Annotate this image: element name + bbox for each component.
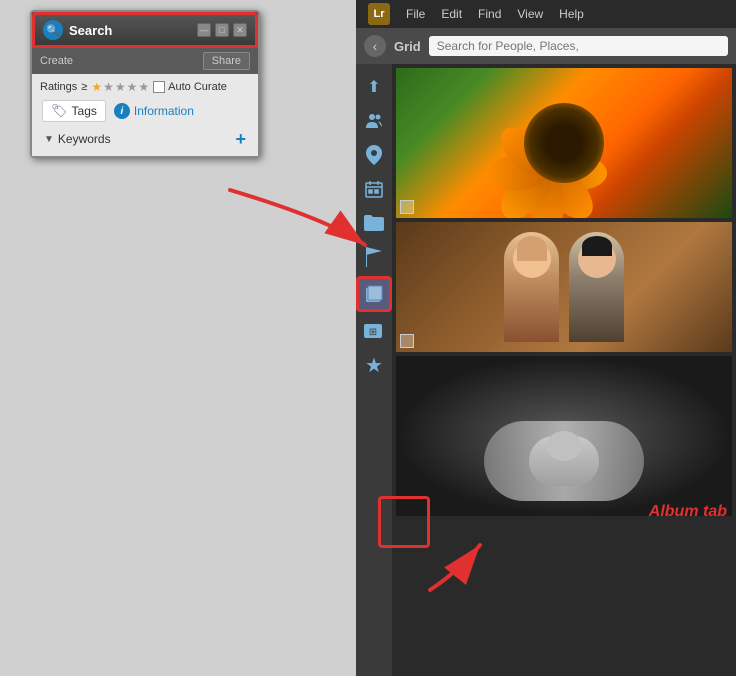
add-keyword-button[interactable]: + — [235, 130, 246, 148]
flag-icon[interactable] — [359, 242, 389, 272]
information-button[interactable]: i Information — [114, 103, 194, 119]
photo-grid: Album tab — [392, 64, 736, 676]
star-1[interactable]: ★ — [91, 80, 102, 94]
search-title-text: Search — [69, 23, 112, 38]
star-3[interactable]: ★ — [115, 80, 126, 94]
flower-center — [524, 103, 604, 183]
album-tab-text: Album tab — [649, 503, 727, 516]
tag-icon: 🏷 — [51, 103, 68, 119]
search-filters: Ratings ≥ ★ ★ ★ ★ ★ Auto Curate 🏷 Tags i… — [32, 74, 258, 156]
restore-button[interactable]: □ — [215, 23, 229, 37]
menu-file[interactable]: File — [406, 7, 425, 21]
ratings-label: Ratings — [40, 81, 77, 93]
star-2[interactable]: ★ — [103, 80, 114, 94]
search-window: 🔍 Search — □ ✕ Create Share Ratings ≥ ★ … — [30, 10, 260, 158]
svg-text:⊞: ⊞ — [369, 327, 377, 338]
photo-baby — [396, 356, 732, 516]
import-icon[interactable]: ⬆ — [359, 72, 389, 102]
keywords-arrow: ▼ — [44, 134, 54, 145]
back-button[interactable]: ‹ — [364, 35, 386, 57]
info-label: Information — [134, 104, 194, 118]
search-icon-circle: 🔍 — [43, 20, 63, 40]
photo-portrait — [396, 222, 732, 352]
photo-baby-item[interactable]: Album tab — [396, 356, 732, 516]
folder-icon[interactable] — [359, 208, 389, 238]
keywords-left: ▼ Keywords — [44, 132, 111, 146]
auto-curate-label: Auto Curate — [168, 81, 227, 93]
auto-curate-option: Auto Curate — [153, 81, 227, 93]
ratings-gte: ≥ — [81, 81, 87, 93]
star-icon[interactable]: ★ — [359, 350, 389, 380]
photo-checkbox-1[interactable] — [400, 200, 414, 214]
location-icon[interactable] — [359, 140, 389, 170]
menu-help[interactable]: Help — [559, 7, 584, 21]
menu-edit[interactable]: Edit — [441, 7, 462, 21]
info-icon: i — [114, 103, 130, 119]
close-button[interactable]: ✕ — [233, 23, 247, 37]
photo-flower — [396, 68, 732, 218]
tags-info-row: 🏷 Tags i Information — [40, 100, 250, 122]
search-toolbar: Create Share — [32, 48, 258, 74]
icon-sidebar: ⬆ — [356, 64, 392, 676]
auto-curate-checkbox[interactable] — [153, 81, 165, 93]
calendar-icon[interactable] — [359, 174, 389, 204]
app-content: ⬆ — [356, 64, 736, 676]
menu-find[interactable]: Find — [478, 7, 501, 21]
photo-checkbox-2[interactable] — [400, 334, 414, 348]
app-logo: Lr — [368, 3, 390, 25]
stars-row: ★ ★ ★ ★ ★ — [91, 80, 149, 94]
app-menubar: Lr File Edit Find View Help — [356, 0, 736, 28]
photo-flower-item[interactable] — [396, 68, 732, 218]
search-titlebar: 🔍 Search — □ ✕ — [32, 12, 258, 48]
window-controls: — □ ✕ — [197, 23, 247, 37]
minimize-button[interactable]: — — [197, 23, 211, 37]
menu-view[interactable]: View — [517, 7, 543, 21]
ratings-row: Ratings ≥ ★ ★ ★ ★ ★ Auto Curate — [40, 80, 250, 94]
people-icon[interactable] — [359, 106, 389, 136]
search-input[interactable] — [429, 36, 728, 56]
create-label: Create — [40, 55, 73, 67]
tags-button[interactable]: 🏷 Tags — [42, 100, 106, 122]
search-icon: 🔍 — [46, 24, 60, 37]
keywords-row: ▼ Keywords + — [40, 128, 250, 150]
app-header: ‹ Grid — [356, 28, 736, 64]
search-title-left: 🔍 Search — [43, 20, 112, 40]
smart-album-icon[interactable]: ⊞ — [359, 316, 389, 346]
photo-portrait-item[interactable] — [396, 222, 732, 352]
star-4[interactable]: ★ — [127, 80, 138, 94]
star-5[interactable]: ★ — [138, 80, 149, 94]
keywords-label: Keywords — [58, 132, 111, 146]
album-icon[interactable] — [356, 276, 392, 312]
tags-label: Tags — [72, 104, 97, 118]
app-panel: Lr File Edit Find View Help ‹ Grid ⬆ — [356, 0, 736, 676]
share-button[interactable]: Share — [203, 52, 250, 70]
grid-label: Grid — [394, 39, 421, 54]
